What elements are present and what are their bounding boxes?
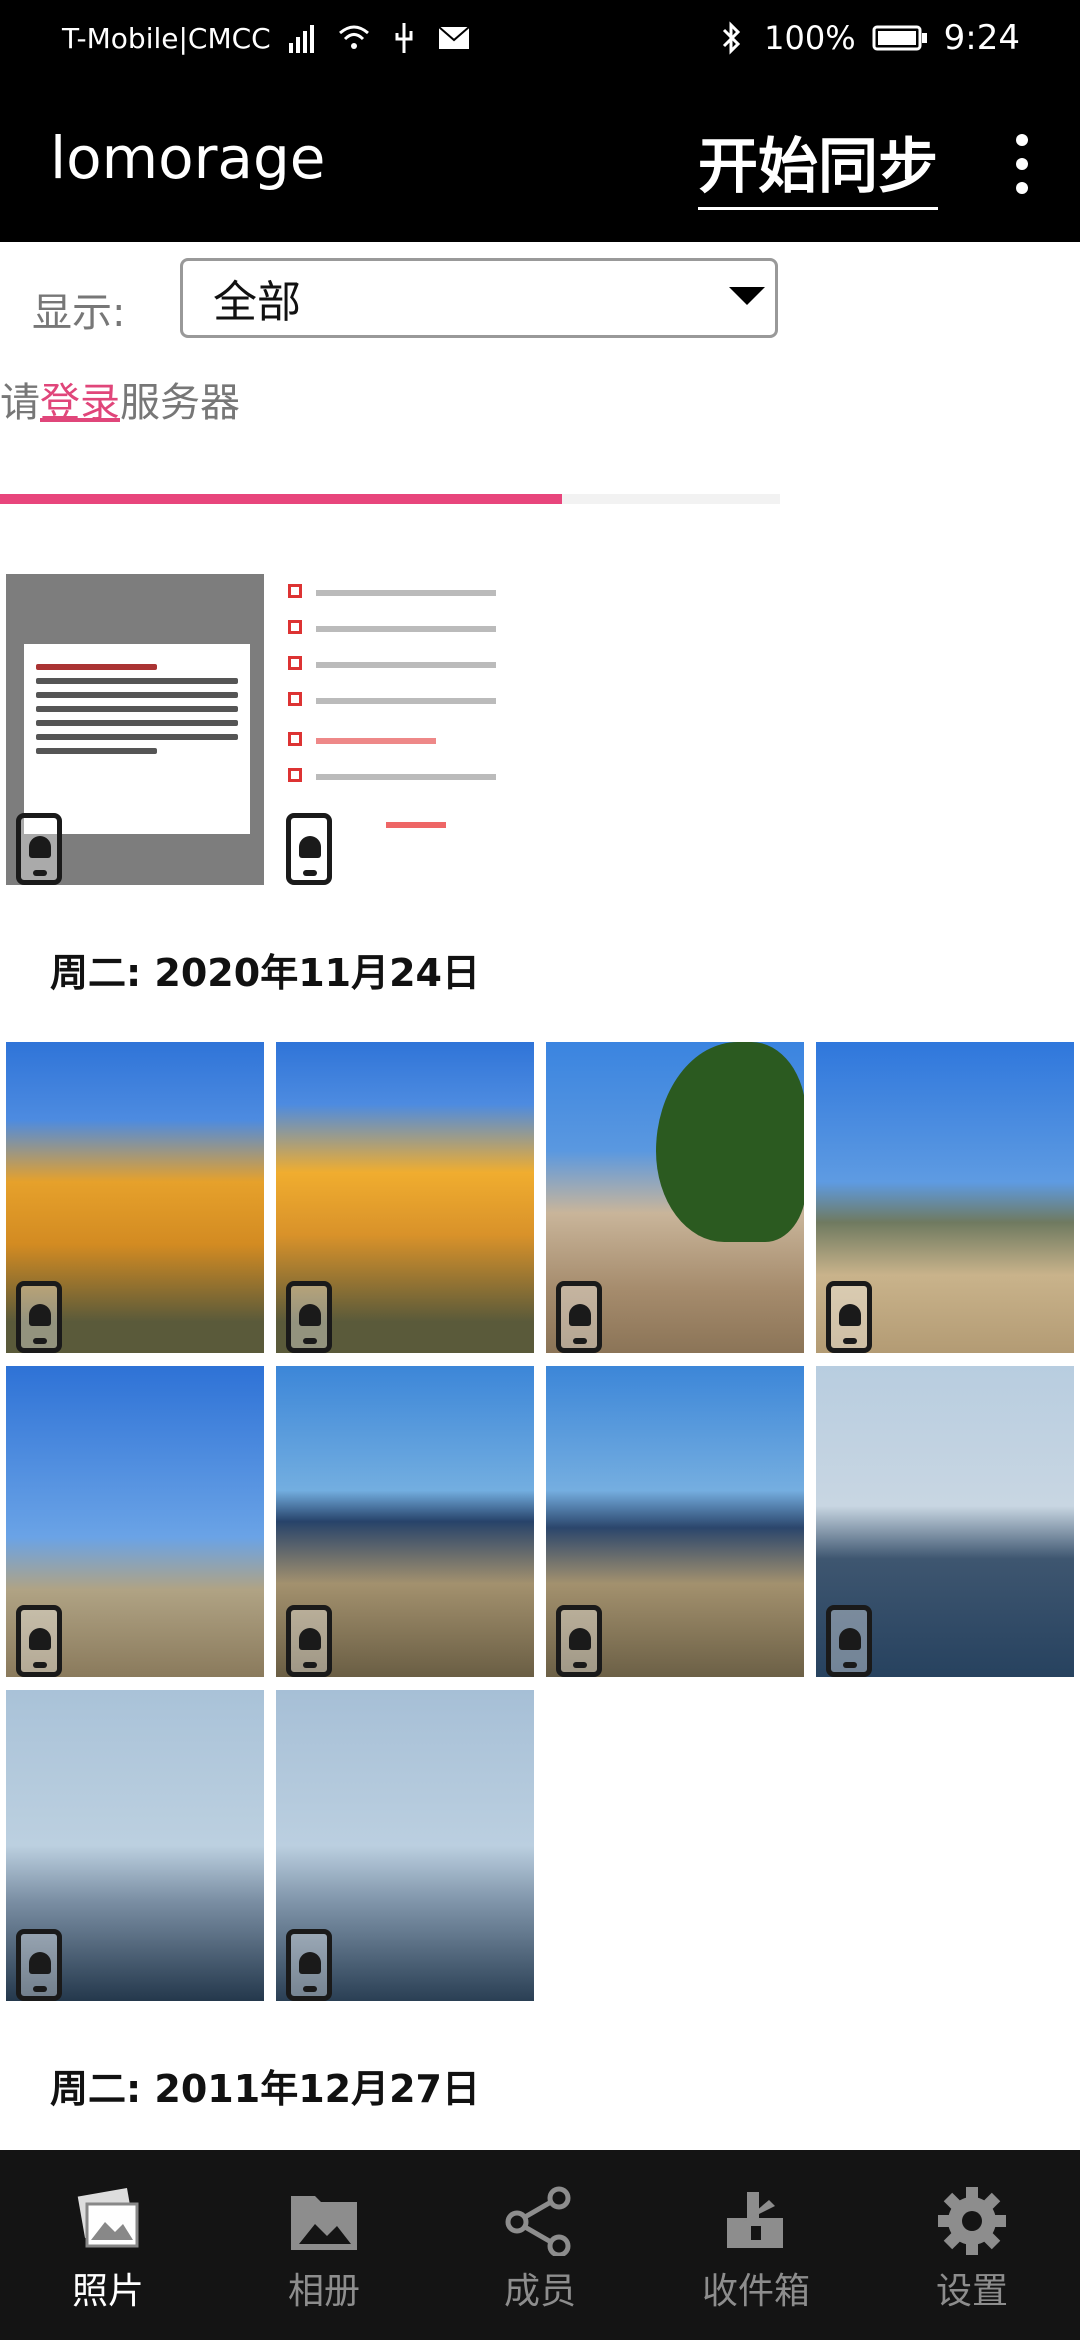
filter-selected-value: 全部 (213, 277, 301, 328)
android-phone-icon (16, 813, 62, 885)
mail-icon (438, 26, 470, 49)
android-phone-icon (556, 1605, 602, 1677)
photo-thumbnail[interactable] (546, 1042, 804, 1353)
android-phone-icon (16, 1605, 62, 1677)
date-header: 周二: 2011年12月27日 (50, 2067, 480, 2111)
android-phone-icon (556, 1281, 602, 1353)
android-phone-icon (286, 1605, 332, 1677)
battery-percent: 100% (764, 19, 856, 57)
gear-icon (938, 2187, 1006, 2255)
filter-label: 显示: (32, 290, 126, 336)
photo-thumbnail[interactable] (276, 1042, 534, 1353)
photo-thumbnail[interactable] (6, 1042, 264, 1353)
sync-progress-fill (0, 494, 562, 504)
android-phone-icon (16, 1929, 62, 2001)
usb-icon (395, 23, 413, 53)
android-phone-icon (16, 1281, 62, 1353)
clock: 9:24 (943, 18, 1020, 58)
photo-thumbnail[interactable] (276, 574, 534, 885)
carrier-text: T-Mobile|CMCC (62, 21, 271, 55)
photo-thumbnail[interactable] (816, 1042, 1074, 1353)
nav-label: 相册 (287, 2271, 360, 2312)
status-bar: T-Mobile|CMCC 100% 9:24 (0, 0, 1080, 76)
photo-thumbnail[interactable] (6, 1366, 264, 1677)
screenshot-dialog-image (24, 644, 250, 834)
photo-thumbnail[interactable] (276, 1690, 534, 2001)
android-phone-icon (826, 1605, 872, 1677)
app-title: lomorage (50, 124, 326, 192)
nav-label: 成员 (503, 2271, 576, 2312)
android-phone-icon (826, 1281, 872, 1353)
login-prompt-before: 请 (0, 380, 40, 426)
nav-settings[interactable]: 设置 (882, 2186, 1062, 2314)
app-bar: lomorage 开始同步 (0, 76, 1080, 242)
android-phone-icon (286, 1281, 332, 1353)
photo-thumbnail[interactable] (816, 1366, 1074, 1677)
battery-icon (872, 25, 927, 51)
android-phone-icon (286, 813, 332, 885)
photo-thumbnail[interactable] (276, 1366, 534, 1677)
signal-icon (288, 25, 314, 53)
login-link[interactable]: 登录 (40, 380, 120, 426)
overflow-menu-icon[interactable] (1002, 134, 1042, 194)
bottom-navigation: 照片 相册 成员 收件箱 设置 (0, 2150, 1080, 2340)
photo-thumbnail[interactable] (6, 1690, 264, 2001)
nav-photos[interactable]: 照片 (18, 2186, 198, 2314)
nav-members[interactable]: 成员 (450, 2186, 630, 2314)
wifi-icon (338, 25, 369, 49)
inbox-icon (727, 2192, 783, 2248)
nav-inbox[interactable]: 收件箱 (666, 2186, 846, 2314)
bluetooth-icon (723, 21, 741, 55)
start-sync-button[interactable]: 开始同步 (698, 118, 938, 210)
date-header: 周二: 2020年11月24日 (50, 951, 480, 995)
share-icon (505, 2186, 571, 2256)
nav-label: 收件箱 (701, 2271, 810, 2312)
filter-select[interactable]: 全部 (180, 258, 778, 338)
nav-label: 设置 (935, 2271, 1008, 2312)
photos-icon (77, 2187, 139, 2248)
album-icon (291, 2196, 357, 2250)
login-prompt-after: 服务器 (120, 380, 240, 426)
sync-progress-bar (0, 494, 780, 504)
dropdown-arrow-icon (729, 287, 765, 305)
nav-label: 照片 (71, 2271, 144, 2312)
photo-thumbnail[interactable] (546, 1366, 804, 1677)
android-phone-icon (286, 1929, 332, 2001)
nav-album[interactable]: 相册 (234, 2186, 414, 2314)
photo-thumbnail[interactable] (6, 574, 264, 885)
login-prompt: 请登录服务器 (0, 370, 240, 428)
